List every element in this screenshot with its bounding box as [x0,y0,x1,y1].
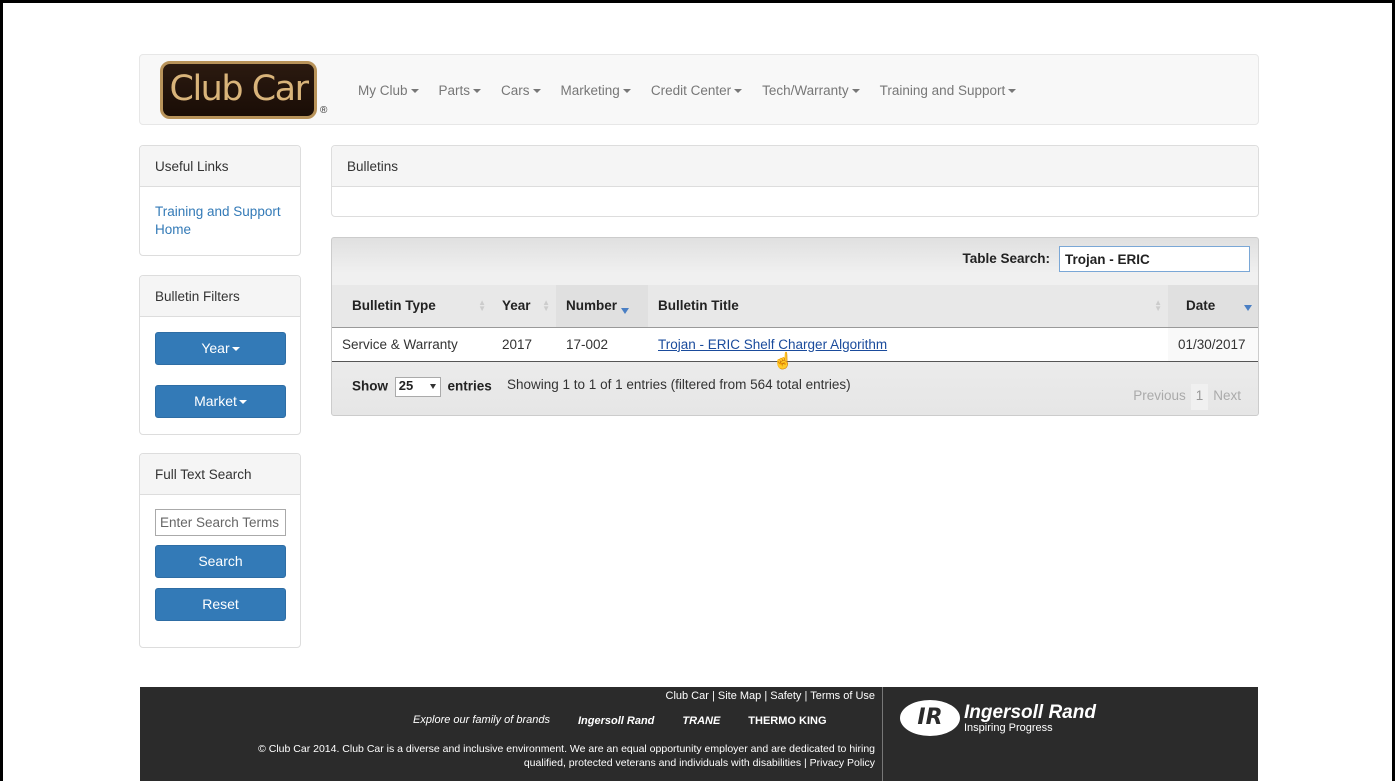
cell-date: 01/30/2017 [1168,327,1258,362]
next-button[interactable]: Next [1208,384,1246,410]
cell-year: 2017 [492,327,556,362]
page-footer: Club Car | Site Map | Safety | Terms of … [140,687,1258,781]
nav-training-support[interactable]: Training and Support [880,83,1017,98]
full-text-search-panel: Full Text Search Search Reset [139,453,301,648]
search-terms-input[interactable] [155,509,286,536]
caret-down-icon [231,347,240,352]
bulletin-title-link[interactable]: Trojan - ERIC Shelf Charger Algorithm [658,337,887,352]
column-label: Number [566,297,618,313]
col-year[interactable]: Year ▲ ▼ [492,285,556,328]
thermo-king-brand-logo[interactable]: THERMO KING [748,715,826,727]
cell-bulletin-title: Trojan - ERIC Shelf Charger Algorithm [648,327,1168,362]
nav-cars[interactable]: Cars [501,83,541,98]
page-length-control: Show 25 entries [352,377,492,397]
nav-label: Marketing [560,83,620,98]
search-button[interactable]: Search [155,545,286,578]
column-label: Bulletin Title [658,298,739,314]
nav-credit-center[interactable]: Credit Center [650,83,743,98]
caret-down-icon [238,400,247,405]
copyright-line-1: © Club Car 2014. Club Car is a diverse a… [258,743,875,755]
col-date[interactable]: Date [1168,285,1258,328]
caret-down-icon [532,88,541,93]
cell-bulletin-type: Service & Warranty [332,327,492,362]
bulletin-filters-heading: Bulletin Filters [140,276,300,317]
top-navbar: Club Car ® My Club Parts Cars Marketing … [139,54,1259,125]
col-bulletin-title[interactable]: Bulletin Title ▲ ▼ [648,285,1168,328]
sort-both-icon: ▲ ▼ [478,298,486,313]
nav-my-club[interactable]: My Club [358,83,419,98]
nav-label: Credit Center [650,83,732,98]
previous-button[interactable]: Previous [1128,384,1191,410]
caret-down-icon [734,88,743,93]
col-number[interactable]: Number [556,285,648,328]
brand-logos: Ingersoll Rand TRANE THERMO KING [578,708,855,734]
col-bulletin-type[interactable]: Bulletin Type ▲ ▼ [332,285,492,328]
column-label: Date [1186,298,1216,314]
hand-pointer-cursor-icon: ☝ [773,353,793,370]
bulletins-table: Bulletin Type ▲ ▼ Year ▲ ▼ Number Bulletin T… [332,285,1258,362]
bulletin-filters-panel: Bulletin Filters Year Market [139,275,301,435]
table-search-input[interactable] [1059,246,1250,272]
page-length-select[interactable]: 25 [394,377,441,397]
cell-number: 17-002 [556,327,648,362]
ir-name: Ingersoll Rand [964,701,1096,723]
reset-button[interactable]: Reset [155,588,286,621]
sort-both-icon: ▲ ▼ [1154,298,1162,313]
sort-desc-icon [1244,305,1252,311]
ingersoll-rand-logo[interactable]: IR Ingersoll Rand Inspiring Progress [900,700,1096,736]
full-text-search-heading: Full Text Search [140,454,300,495]
show-label: Show [352,378,388,394]
select-arrow-icon [429,384,436,389]
page-length-value: 25 [398,378,414,393]
table-footer: Show 25 entries Showing 1 to 1 of 1 entr… [332,366,1258,416]
footer-copyright: © Club Car 2014. Club Car is a diverse a… [258,742,875,770]
nav-label: Training and Support [879,83,1006,98]
pagination: Previous 1 Next [1128,384,1246,410]
year-filter-button[interactable]: Year [155,332,286,365]
copyright-line-2: qualified, protected veterans and indivi… [523,757,875,769]
nav-tech-warranty[interactable]: Tech/Warranty [762,83,860,98]
nav-label: Parts [438,83,471,98]
ir-tagline: Inspiring Progress [964,721,1053,734]
bulletins-panel: Bulletins [331,145,1259,217]
caret-down-icon [851,88,860,93]
caret-down-icon [473,88,482,93]
footer-divider [882,687,883,781]
caret-down-icon [410,88,419,93]
ingersoll-rand-brand-logo[interactable]: Ingersoll Rand [578,715,654,727]
registered-mark: ® [320,105,328,116]
table-row: Service & Warranty 2017 17-002 Trojan - … [332,327,1258,362]
bulletins-table-wrapper: Table Search: Bulletin Type ▲▼ Year ▲▼ Num… [331,237,1259,416]
footer-links[interactable]: Club Car | Site Map | Safety | Terms of … [666,690,876,702]
entries-label: entries [447,378,492,394]
training-support-home-link[interactable]: Training and Support Home [155,204,281,237]
nav-label: Tech/Warranty [762,83,849,98]
column-label: Bulletin Type [352,298,436,314]
caret-down-icon [622,88,631,93]
column-label: Year [502,298,531,314]
nav-marketing[interactable]: Marketing [561,83,631,98]
year-filter-label: Year [201,340,230,356]
ir-mark-icon: IR [900,700,960,736]
nav-label: My Club [358,83,408,98]
market-filter-button[interactable]: Market [155,385,286,418]
nav-label: Cars [501,83,530,98]
table-header-row: Bulletin Type ▲ ▼ Year ▲ ▼ Number Bulletin T… [332,285,1258,328]
club-car-logo[interactable]: Club Car [160,61,317,119]
nav-parts[interactable]: Parts [439,83,482,98]
useful-links-panel: Useful Links Training and Support Home [139,145,301,256]
useful-links-heading: Useful Links [140,146,300,187]
caret-down-icon [1008,88,1017,93]
bulletins-heading: Bulletins [332,146,1258,187]
market-filter-label: Market [194,393,237,409]
page-1-button[interactable]: 1 [1190,384,1209,410]
nav-menu: My Club Parts Cars Marketing Credit Cent… [358,55,1036,126]
table-search-label: Table Search: [962,251,1050,266]
sort-both-icon: ▲ ▼ [542,298,550,313]
trane-brand-logo[interactable]: TRANE [682,715,720,727]
sort-desc-icon [621,307,630,314]
table-info: Showing 1 to 1 of 1 entries (filtered fr… [507,377,851,392]
explore-brands-text: Explore our family of brands [413,714,550,726]
